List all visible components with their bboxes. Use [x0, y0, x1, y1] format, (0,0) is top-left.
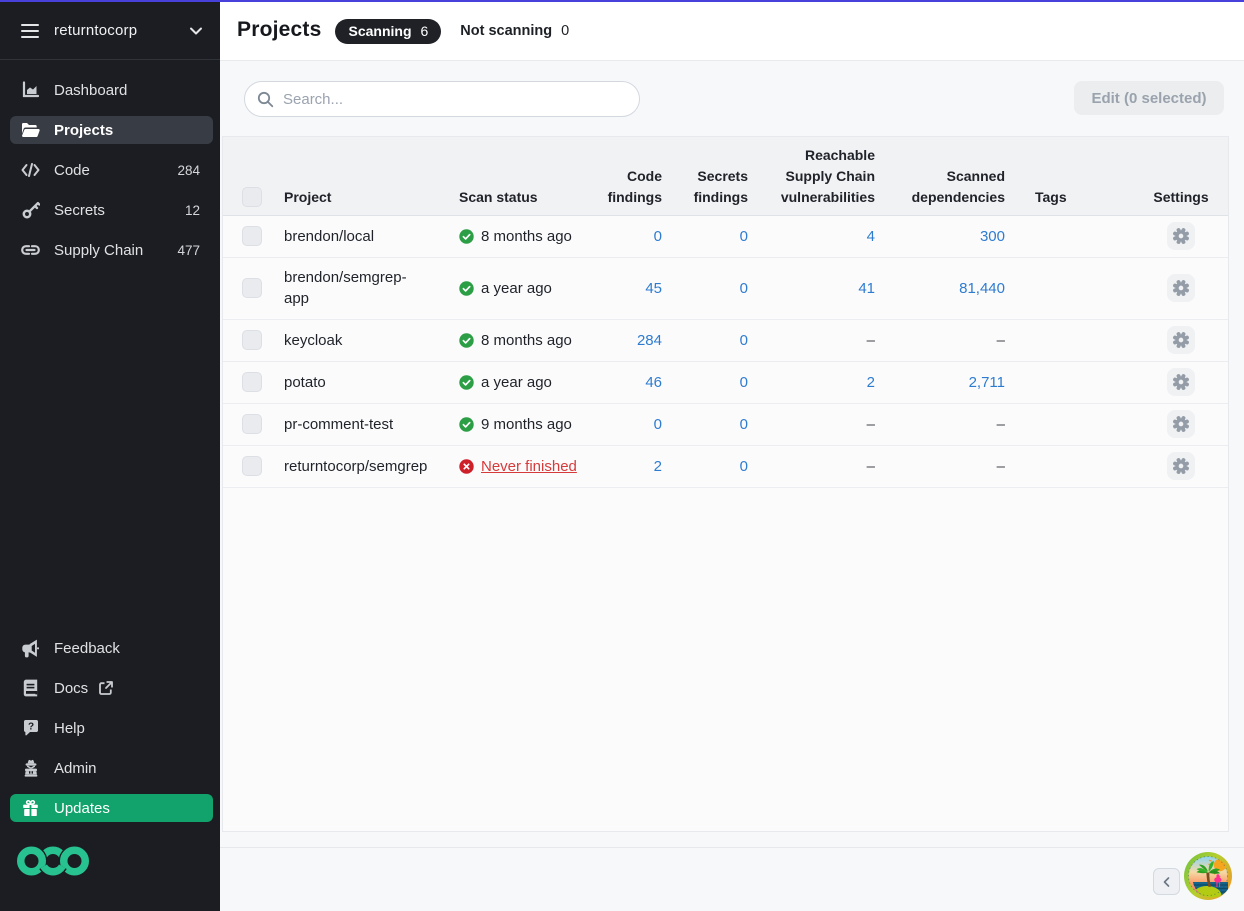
svg-text:?: ?	[27, 722, 33, 733]
